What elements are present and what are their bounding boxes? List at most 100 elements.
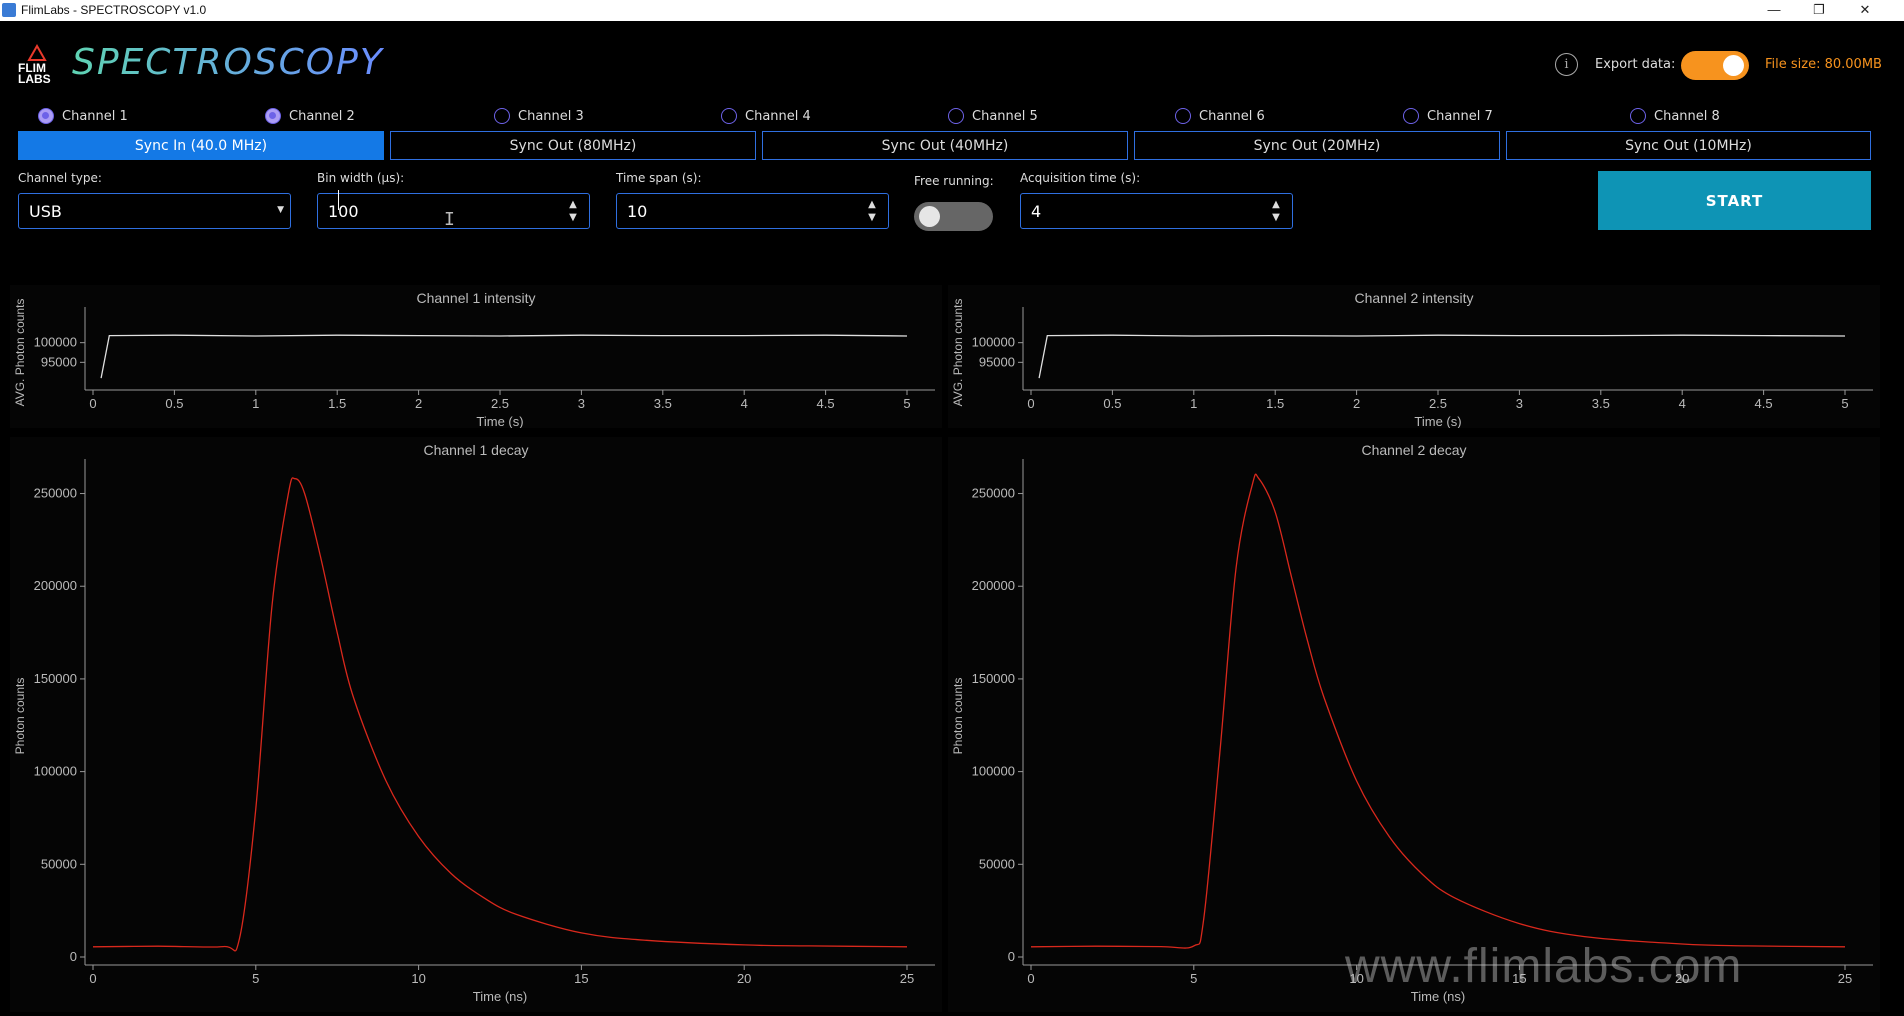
free-running-label: Free running: [914, 174, 994, 188]
y-axis-label: Photon counts [951, 678, 965, 755]
title-bar: FlimLabs - SPECTROSCOPY v1.0 — ❐ ✕ [0, 0, 1904, 21]
x-tick-label: 0 [89, 396, 96, 411]
x-tick-label: 4.5 [1755, 396, 1773, 411]
radio-indicator [494, 108, 510, 124]
series-line [100, 334, 908, 379]
channel-1-decay-panel: Channel 1 decay 0 5 10 15 20 25 0 50000 100000 150… [10, 437, 942, 1012]
x-tick-label: 0.5 [165, 396, 183, 411]
channel-2-decay-chart: Channel 2 decay0 5 10 15 20 25050000100000150… [951, 442, 1873, 1004]
channel-2-intensity-chart: Channel 2 intensity 0 0.5 1 1.5 2 2.5 3 3.5 4 4.5 5… [951, 290, 1873, 429]
series-line [1038, 334, 1846, 379]
series-line [92, 477, 908, 952]
channel-5-radio[interactable]: Channel 5 [948, 105, 1038, 127]
file-size-label: File size: 80.00MB [1765, 57, 1882, 72]
channel-6-radio[interactable]: Channel 6 [1175, 105, 1265, 127]
chart-title: Channel 2 intensity [1354, 290, 1473, 306]
channel-label: Channel 1 [62, 108, 128, 124]
channel-label: Channel 4 [745, 108, 811, 124]
bin-width-label: Bin width (µs): [317, 171, 405, 185]
y-tick-label: 200000 [34, 578, 77, 593]
channel-selector: Channel 1 Channel 2 Channel 3 Channel 4 … [0, 105, 1904, 127]
x-tick-label: 3 [578, 396, 585, 411]
channel-7-radio[interactable]: Channel 7 [1403, 105, 1493, 127]
channel-1-intensity-panel: Channel 1 intensity 0 0.5 1 1.5 2 2.5 3 3.5 4 4.5 5… [10, 285, 942, 429]
x-tick-label: 25 [1838, 971, 1852, 986]
x-tick-label: 5 [1190, 971, 1197, 986]
time-span-input[interactable]: 10 ▲ ▼ [616, 193, 889, 229]
radio-indicator [1175, 108, 1191, 124]
x-tick-label: 4 [741, 396, 748, 411]
time-span-value: 10 [627, 202, 648, 221]
start-button[interactable]: START [1598, 171, 1871, 230]
channel-3-radio[interactable]: Channel 3 [494, 105, 584, 127]
x-tick-label: 3.5 [654, 396, 672, 411]
sync-out-10mhz-button[interactable]: Sync Out (10MHz) [1506, 131, 1871, 160]
y-tick-label: 150000 [972, 671, 1015, 686]
x-tick-label: 15 [574, 971, 588, 986]
export-data-label: Export data: [1595, 57, 1676, 72]
export-data-toggle[interactable] [1681, 51, 1749, 80]
restore-button[interactable]: ❐ [1797, 0, 1841, 21]
watermark: www.flimlabs.com [1345, 940, 1743, 993]
app-title: SPECTROSCOPY [72, 42, 384, 83]
channel-2-decay-panel: Channel 2 decay 0 5 10 15 20 25 0 50000 100000 150… [948, 437, 1880, 1012]
x-axis-label: Time (s) [476, 414, 523, 428]
x-tick-label: 4.5 [817, 396, 835, 411]
svg-text:LABS: LABS [18, 72, 51, 84]
bin-width-value: 100 [328, 202, 359, 221]
sync-out-20mhz-button[interactable]: Sync Out (20MHz) [1134, 131, 1500, 160]
spin-arrows-icon[interactable]: ▲ ▼ [1270, 198, 1282, 224]
x-tick-label: 5 [1841, 396, 1848, 411]
app-window: FlimLabs - SPECTROSCOPY v1.0 — ❐ ✕ FLIM … [0, 0, 1904, 1016]
channel-label: Channel 8 [1654, 108, 1720, 124]
channel-4-radio[interactable]: Channel 4 [721, 105, 811, 127]
y-tick-label: 50000 [41, 856, 77, 871]
close-button[interactable]: ✕ [1843, 0, 1887, 21]
chart-title: Channel 1 intensity [416, 290, 535, 306]
sync-in-40mhz-button[interactable]: Sync In (40.0 MHz) [18, 131, 384, 160]
x-tick-label: 2 [415, 396, 422, 411]
minimize-button[interactable]: — [1752, 0, 1796, 21]
chart-title: Channel 1 decay [423, 442, 528, 458]
channel-label: Channel 5 [972, 108, 1038, 124]
y-tick-label: 100000 [34, 764, 77, 779]
x-tick-label: 5 [252, 971, 259, 986]
channel-1-decay-chart: Channel 1 decay 0 5 10 15 20 25 0 50000 100000 150… [13, 442, 935, 1004]
y-tick-label: 50000 [979, 856, 1015, 871]
chevron-down-icon: ▼ [277, 205, 284, 215]
spin-arrows-icon[interactable]: ▲ ▼ [567, 198, 579, 224]
sync-out-80mhz-button[interactable]: Sync Out (80MHz) [390, 131, 756, 160]
free-running-toggle[interactable] [914, 202, 993, 231]
x-tick-label: 4 [1679, 396, 1686, 411]
info-icon[interactable]: i [1555, 53, 1578, 76]
y-axis-label: Photon counts [13, 678, 27, 755]
channel-type-select[interactable]: USB ▼ [18, 193, 291, 229]
channel-1-radio[interactable]: Channel 1 [38, 105, 128, 127]
x-tick-label: 1.5 [328, 396, 346, 411]
y-tick-label: 95000 [979, 354, 1015, 369]
toggle-knob [919, 206, 940, 227]
y-tick-label: 100000 [34, 335, 77, 350]
series-line [1030, 473, 1846, 949]
y-tick-label: 100000 [972, 335, 1015, 350]
acquisition-time-value: 4 [1031, 202, 1042, 221]
channel-2-radio[interactable]: Channel 2 [265, 105, 355, 127]
y-tick-label: 150000 [34, 671, 77, 686]
channel-1-intensity-chart: Channel 1 intensity 0 0.5 1 1.5 2 2.5 3 3.5 4 4.5 5… [13, 290, 935, 429]
x-tick-label: 5 [903, 396, 910, 411]
y-axis-label: AVG. Photon counts [13, 299, 27, 407]
spin-arrows-icon[interactable]: ▲ ▼ [866, 198, 878, 224]
radio-indicator [721, 108, 737, 124]
y-tick-label: 0 [70, 949, 77, 964]
x-tick-label: 0.5 [1103, 396, 1121, 411]
ibeam-cursor-icon: I [444, 209, 455, 230]
sync-out-40mhz-button[interactable]: Sync Out (40MHz) [762, 131, 1128, 160]
radio-indicator [265, 108, 281, 124]
acquisition-time-input[interactable]: 4 ▲ ▼ [1020, 193, 1293, 229]
x-tick-label: 0 [1027, 396, 1034, 411]
channel-type-label: Channel type: [18, 171, 102, 185]
channel-8-radio[interactable]: Channel 8 [1630, 105, 1720, 127]
y-tick-label: 100000 [972, 764, 1015, 779]
radio-indicator [1630, 108, 1646, 124]
y-tick-label: 200000 [972, 578, 1015, 593]
